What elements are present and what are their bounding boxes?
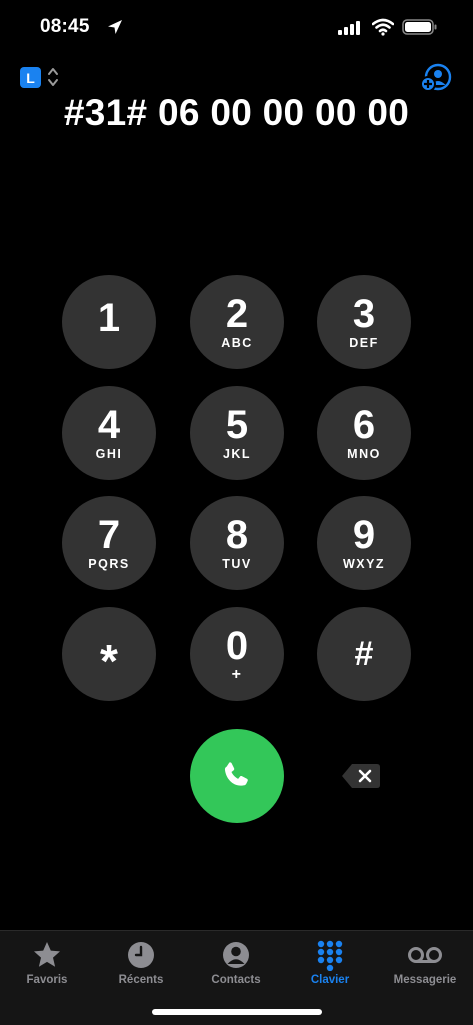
key-digit: 6 (352, 403, 376, 447)
key-letters: ABC (221, 336, 253, 350)
key-letters: PQRS (88, 557, 130, 571)
tab-contacts[interactable]: Contacts (189, 939, 283, 986)
tab-messagerie[interactable]: Messagerie (378, 939, 472, 986)
key-digit: 0 (225, 624, 249, 668)
tab-label: Récents (118, 974, 164, 986)
wifi-icon (372, 18, 394, 36)
keypad-key-2[interactable]: 2 ABC (190, 275, 284, 369)
add-contact-icon[interactable] (420, 63, 452, 93)
keypad-icon (317, 940, 343, 971)
keypad-key-1[interactable]: 1 (62, 275, 156, 369)
phone-icon (224, 762, 248, 786)
delete-backspace-icon[interactable] (340, 761, 382, 791)
chevron-up-down-icon[interactable] (46, 66, 60, 88)
key-digit: 4 (97, 403, 121, 447)
key-letters: GHI (95, 447, 123, 461)
key-letters: WXYZ (342, 557, 386, 571)
star-icon (34, 942, 60, 967)
tab-label: Contacts (211, 974, 261, 986)
keypad-key-3[interactable]: 3 DEF (317, 275, 411, 369)
voicemail-icon (408, 947, 442, 963)
key-digit: 2 (225, 292, 249, 336)
tab-favoris[interactable]: Favoris (0, 939, 94, 986)
keypad-key-6[interactable]: 6 MNO (317, 386, 411, 480)
battery-icon (402, 19, 437, 35)
call-button[interactable] (190, 729, 284, 823)
keypad-key-hash[interactable]: # (317, 607, 411, 701)
keypad-key-4[interactable]: 4 GHI (62, 386, 156, 480)
dialed-number-display: #31# 06 00 00 00 00 (63, 92, 410, 133)
key-digit: 3 (352, 292, 376, 336)
key-letters: MNO (347, 447, 381, 461)
status-bar: 08:45 (0, 0, 473, 56)
clock-icon (128, 942, 154, 968)
person-icon (223, 942, 249, 968)
key-digit: # (354, 635, 374, 673)
line-selector-badge[interactable]: L (20, 67, 41, 88)
keypad-key-star[interactable]: * (62, 607, 156, 701)
keypad-key-0[interactable]: 0 + (190, 607, 284, 701)
tab-label: Favoris (26, 974, 68, 986)
key-digit: 5 (225, 403, 249, 447)
key-letters: DEF (349, 336, 379, 350)
key-digit: 8 (225, 513, 249, 557)
key-letters: TUV (222, 557, 252, 571)
key-digit: 7 (97, 513, 121, 557)
tab-recents[interactable]: Récents (94, 939, 188, 986)
key-digit: * (100, 635, 118, 687)
key-letters: + (231, 666, 243, 683)
tab-clavier[interactable]: Clavier (283, 939, 377, 986)
keypad-key-8[interactable]: 8 TUV (190, 496, 284, 590)
cellular-signal-icon (338, 21, 360, 35)
keypad-key-9[interactable]: 9 WXYZ (317, 496, 411, 590)
keypad-key-7[interactable]: 7 PQRS (62, 496, 156, 590)
home-indicator[interactable] (152, 1009, 322, 1015)
location-arrow-icon (108, 20, 122, 34)
key-digit: 9 (352, 513, 376, 557)
tab-label: Messagerie (393, 974, 457, 986)
key-letters: JKL (222, 447, 252, 461)
status-time: 08:45 (40, 16, 90, 37)
key-digit: 1 (97, 296, 121, 340)
keypad-key-5[interactable]: 5 JKL (190, 386, 284, 480)
tab-label: Clavier (310, 974, 350, 986)
